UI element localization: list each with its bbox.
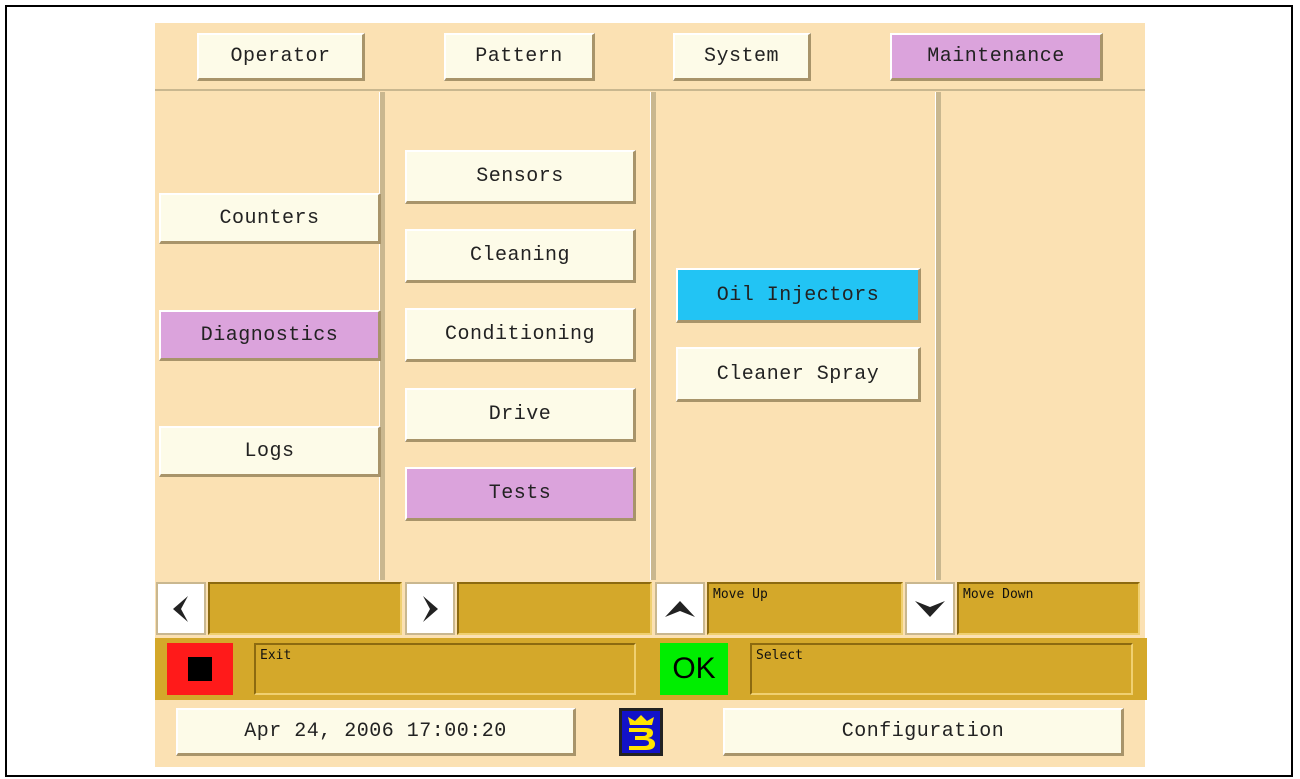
test-oil-injectors-button[interactable]: Oil Injectors <box>676 268 921 323</box>
menu-diagnostics-button[interactable]: Diagnostics <box>159 310 381 361</box>
tab-pattern-label: Pattern <box>475 45 563 68</box>
logo-mark <box>622 711 660 753</box>
tab-pattern[interactable]: Pattern <box>444 33 595 81</box>
arrow-up-icon <box>665 600 695 617</box>
submenu-conditioning-label: Conditioning <box>444 323 596 346</box>
select-bar: Select <box>750 643 1133 695</box>
select-label: Select <box>756 648 803 663</box>
submenu-sensors-label: Sensors <box>476 165 564 188</box>
right-function-bar <box>457 582 652 635</box>
scroll-right-button[interactable] <box>405 582 455 635</box>
brand-logo-icon[interactable] <box>619 708 663 756</box>
exit-label: Exit <box>260 648 292 663</box>
arrow-down-icon <box>915 600 945 617</box>
configuration-button[interactable]: Configuration <box>723 708 1124 756</box>
menu-logs-button[interactable]: Logs <box>159 426 381 477</box>
tab-maintenance[interactable]: Maintenance <box>890 33 1103 81</box>
ok-button[interactable]: OK <box>660 643 728 695</box>
datetime-display: Apr 24, 2006 17:00:20 <box>176 708 576 756</box>
chevron-right-icon <box>423 595 438 622</box>
tab-system-label: System <box>703 45 779 68</box>
move-up-button[interactable] <box>655 582 705 635</box>
move-up-label: Move Up <box>713 587 768 602</box>
column-divider-2 <box>650 92 656 580</box>
menu-logs-label: Logs <box>244 439 295 463</box>
submenu-conditioning-button[interactable]: Conditioning <box>405 308 636 362</box>
ok-label: OK <box>672 652 716 685</box>
datetime-text: Apr 24, 2006 17:00:20 <box>244 720 507 743</box>
test-cleaner-spray-button[interactable]: Cleaner Spray <box>676 347 921 402</box>
menu-diagnostics-label: Diagnostics <box>200 323 339 347</box>
menu-counters-button[interactable]: Counters <box>159 193 381 244</box>
tab-operator-label: Operator <box>230 45 331 68</box>
left-function-bar <box>208 582 402 635</box>
move-up-bar: Move Up <box>707 582 903 635</box>
tab-system[interactable]: System <box>673 33 811 81</box>
chevron-left-icon <box>173 595 188 622</box>
submenu-drive-label: Drive <box>488 403 552 426</box>
stop-icon <box>188 657 212 681</box>
submenu-sensors-button[interactable]: Sensors <box>405 150 636 204</box>
stop-button[interactable] <box>167 643 233 695</box>
scroll-left-button[interactable] <box>156 582 206 635</box>
submenu-tests-label: Tests <box>488 482 552 505</box>
submenu-cleaning-button[interactable]: Cleaning <box>405 229 636 283</box>
submenu-drive-button[interactable]: Drive <box>405 388 636 442</box>
move-down-button[interactable] <box>905 582 955 635</box>
submenu-cleaning-label: Cleaning <box>469 244 570 267</box>
submenu-tests-button[interactable]: Tests <box>405 467 636 521</box>
tab-separator <box>155 89 1145 91</box>
configuration-label: Configuration <box>841 720 1005 743</box>
menu-counters-label: Counters <box>219 206 320 230</box>
test-oil-injectors-label: Oil Injectors <box>716 283 880 307</box>
test-cleaner-spray-label: Cleaner Spray <box>716 362 880 386</box>
exit-bar: Exit <box>254 643 636 695</box>
move-down-bar: Move Down <box>957 582 1140 635</box>
move-down-label: Move Down <box>963 587 1034 602</box>
column-divider-3 <box>935 92 941 580</box>
tab-maintenance-label: Maintenance <box>927 45 1065 68</box>
tab-operator[interactable]: Operator <box>197 33 365 81</box>
